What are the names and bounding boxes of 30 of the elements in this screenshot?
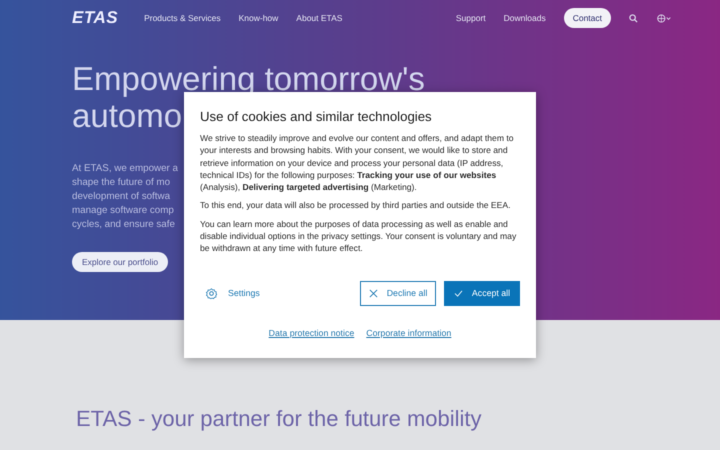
nav-link[interactable]: Products & Services xyxy=(144,13,221,23)
settings-icon xyxy=(206,288,217,299)
footer-link[interactable]: Corporate information xyxy=(366,328,452,338)
dialog-title: Use of cookies and similar technologies xyxy=(200,109,433,124)
dialog-text: You can learn more about the purposes of data processing as well as enable and disable individual options in the privacy settings. Your consent is voluntary and may be withdrawn at any time with future effect. xyxy=(200,218,518,255)
footer-link[interactable]: Data protection notice xyxy=(268,328,354,338)
explore-button[interactable]: Explore our portfolio xyxy=(72,252,168,272)
hero-text: development of softwa xyxy=(72,190,170,204)
hero-text: At ETAS, we empower a xyxy=(72,162,178,176)
dialog-text: To this end, your data will also be processed by third parties and outside the EEA. xyxy=(200,199,512,212)
nav-link[interactable]: Support xyxy=(456,13,486,23)
globe-icon[interactable] xyxy=(656,14,672,22)
decline-button[interactable]: Decline all xyxy=(360,280,436,306)
hero-text: manage software comp xyxy=(72,204,174,218)
contact-button[interactable]: Contact xyxy=(564,8,611,28)
section-heading: ETAS - your partner for the future mobility xyxy=(76,406,482,432)
accept-button[interactable]: Accept all xyxy=(444,280,520,306)
dialog-text: We strive to steadily improve and evolve our content and offers, and adapt them to your interests and browsing habits. With your consent, we would like to store and retrieve information on your device and process your personal data (IP address, technical IDs) for the following purposes: Tracking your use of our websites (Analysis), Delivering targeted advertising (Marketing). xyxy=(200,132,515,194)
logo[interactable]: ETAS xyxy=(72,8,118,28)
nav-link[interactable]: About ETAS xyxy=(296,13,342,23)
hero-text: shape the future of mo xyxy=(72,176,170,190)
close-icon xyxy=(368,288,378,298)
settings-button[interactable]: Settings xyxy=(200,288,260,299)
hero-heading: automo xyxy=(72,97,182,134)
nav-link[interactable]: Know-how xyxy=(238,13,278,23)
hero-heading: Empowering tomorrow's xyxy=(72,60,425,97)
nav-link[interactable]: Downloads xyxy=(504,13,546,23)
check-icon xyxy=(454,290,463,297)
hero-text: cycles, and ensure safe xyxy=(72,218,175,232)
search-icon[interactable] xyxy=(629,14,638,22)
